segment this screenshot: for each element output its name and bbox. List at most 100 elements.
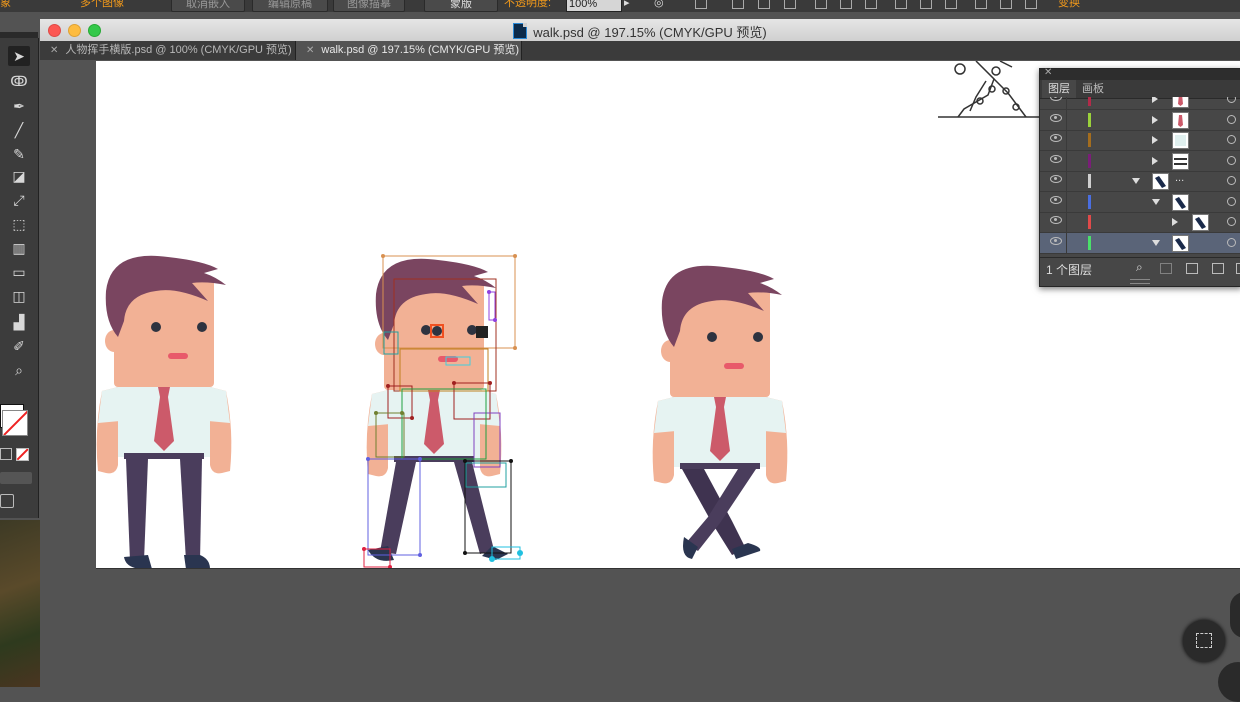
- align-vcenter-icon[interactable]: [840, 0, 852, 9]
- opacity-arrow-icon[interactable]: ▸: [624, 0, 630, 10]
- collapse-triangle-icon[interactable]: [1132, 178, 1140, 184]
- lasso-tool-icon[interactable]: ↂ: [8, 71, 30, 91]
- lock-column[interactable]: [1066, 212, 1067, 232]
- visibility-eye-icon[interactable]: [1050, 134, 1062, 142]
- visibility-eye-icon[interactable]: [1050, 216, 1062, 224]
- close-panel-icon[interactable]: ✕: [1044, 67, 1052, 78]
- align-left-icon[interactable]: [732, 0, 744, 9]
- transform-link[interactable]: 变换: [1058, 0, 1080, 10]
- tab-walk-doc[interactable]: ✕ walk.psd @ 197.15% (CMYK/GPU 预览): [296, 41, 522, 60]
- visibility-eye-icon[interactable]: [1050, 236, 1062, 245]
- draw-mode-icon[interactable]: [0, 472, 32, 484]
- tab-artboards[interactable]: 画板: [1076, 80, 1110, 98]
- mask-button[interactable]: 蒙版: [424, 0, 498, 12]
- pen-tool-icon[interactable]: ✒: [8, 96, 30, 116]
- gradient-tool-icon[interactable]: ▭: [8, 262, 30, 282]
- make-clipping-mask-icon[interactable]: [1186, 263, 1198, 274]
- eraser-tool-icon[interactable]: ◪: [8, 166, 30, 186]
- color-mode-icon[interactable]: [0, 448, 12, 460]
- align-bottom-icon[interactable]: [865, 0, 877, 9]
- expand-triangle-icon[interactable]: [1152, 115, 1158, 124]
- lock-column[interactable]: [1066, 232, 1067, 253]
- lock-column[interactable]: [1066, 171, 1067, 191]
- close-tab-icon[interactable]: ✕: [306, 45, 314, 56]
- layer-row[interactable]: [1040, 109, 1240, 131]
- collapse-triangle-icon[interactable]: [1152, 198, 1160, 205]
- visibility-eye-icon[interactable]: [1050, 113, 1062, 122]
- target-circle-icon[interactable]: [1227, 217, 1236, 226]
- lock-column[interactable]: [1066, 109, 1067, 130]
- tab-layers[interactable]: 图层: [1042, 80, 1076, 98]
- paintbrush-tool-icon[interactable]: ✎: [8, 144, 30, 164]
- screenshot-capture-button[interactable]: [1183, 620, 1225, 662]
- align-right-icon[interactable]: [784, 0, 796, 9]
- visibility-eye-icon[interactable]: [1050, 154, 1062, 163]
- free-transform-tool-icon[interactable]: ⬚: [8, 214, 30, 234]
- distribute-top-icon[interactable]: [895, 0, 907, 9]
- symbol-sprayer-tool-icon[interactable]: ▥: [8, 238, 30, 258]
- visibility-eye-icon[interactable]: [1050, 175, 1062, 183]
- opacity-input[interactable]: 100%: [566, 0, 622, 12]
- target-circle-icon[interactable]: [1227, 176, 1236, 185]
- collapse-triangle-icon[interactable]: [1152, 239, 1160, 246]
- layer-row[interactable]: [1040, 130, 1240, 151]
- expand-triangle-icon[interactable]: [1172, 218, 1178, 226]
- search-icon[interactable]: ⌕: [1136, 260, 1143, 275]
- tab-wave-doc[interactable]: ✕ 人物挥手横版.psd @ 100% (CMYK/GPU 预览): [40, 41, 296, 60]
- panel-resize-grip[interactable]: [1130, 279, 1150, 284]
- align-menu-icon[interactable]: [695, 0, 707, 9]
- distribute-hcenter-icon[interactable]: [1000, 0, 1012, 9]
- layer-row[interactable]: [1040, 150, 1240, 172]
- floating-widget[interactable]: [1230, 592, 1240, 638]
- target-circle-icon[interactable]: [1227, 155, 1236, 165]
- shape-builder-tool-icon[interactable]: ◫: [8, 286, 30, 306]
- layer-row[interactable]: [1040, 97, 1240, 110]
- stroke-swatch[interactable]: [2, 410, 28, 436]
- eyedropper-tool-icon[interactable]: ✐: [8, 336, 30, 356]
- target-circle-icon[interactable]: [1227, 97, 1236, 103]
- new-sublayer-icon[interactable]: [1212, 263, 1224, 274]
- distribute-vcenter-icon[interactable]: [920, 0, 932, 9]
- expand-triangle-icon[interactable]: [1152, 97, 1158, 103]
- lock-column[interactable]: [1066, 191, 1067, 212]
- floating-widget-bottom[interactable]: [1218, 662, 1240, 702]
- layer-row[interactable]: [1040, 191, 1240, 213]
- unembed-button[interactable]: 取消嵌入: [171, 0, 245, 12]
- layer-thumbnail: [1172, 193, 1189, 211]
- new-layer-icon[interactable]: [1236, 263, 1240, 274]
- recolor-icon[interactable]: ◎: [654, 0, 664, 10]
- lock-column[interactable]: [1066, 150, 1067, 171]
- expand-triangle-icon[interactable]: [1152, 156, 1158, 165]
- layer-row[interactable]: ...: [1040, 171, 1240, 192]
- character-walking[interactable]: [652, 265, 788, 559]
- expand-triangle-icon[interactable]: [1152, 136, 1158, 144]
- lock-column[interactable]: [1066, 97, 1067, 109]
- target-circle-icon[interactable]: [1227, 237, 1236, 247]
- target-circle-icon[interactable]: [1227, 135, 1236, 144]
- close-tab-icon[interactable]: ✕: [50, 45, 58, 56]
- layer-row[interactable]: [1040, 212, 1240, 233]
- character-standing[interactable]: [96, 255, 232, 568]
- target-circle-icon[interactable]: [1227, 196, 1236, 206]
- visibility-eye-icon[interactable]: [1050, 97, 1062, 101]
- edit-original-button[interactable]: 编辑原稿: [252, 0, 328, 12]
- distribute-right-icon[interactable]: [1025, 0, 1037, 9]
- selection-tool-icon[interactable]: ➤: [8, 46, 30, 66]
- layer-row[interactable]: [1040, 232, 1240, 254]
- screen-mode-icon[interactable]: [0, 494, 14, 508]
- export-icon[interactable]: [1160, 263, 1172, 274]
- line-tool-icon[interactable]: ╱: [8, 120, 30, 140]
- scale-tool-icon[interactable]: ⤢: [8, 190, 30, 210]
- distribute-left-icon[interactable]: [975, 0, 987, 9]
- target-circle-icon[interactable]: [1227, 114, 1236, 124]
- image-trace-button[interactable]: 图像描摹: [333, 0, 405, 12]
- zoom-tool-icon[interactable]: ⌕: [8, 360, 30, 380]
- distribute-bottom-icon[interactable]: [945, 0, 957, 9]
- lock-column[interactable]: [1066, 130, 1067, 150]
- visibility-eye-icon[interactable]: [1050, 195, 1062, 204]
- align-top-icon[interactable]: [815, 0, 827, 9]
- column-graph-tool-icon[interactable]: ▟: [8, 312, 30, 332]
- none-swatch-icon[interactable]: [16, 448, 29, 461]
- multiple-images-label[interactable]: 多个图像: [80, 0, 124, 10]
- align-hcenter-icon[interactable]: [758, 0, 770, 9]
